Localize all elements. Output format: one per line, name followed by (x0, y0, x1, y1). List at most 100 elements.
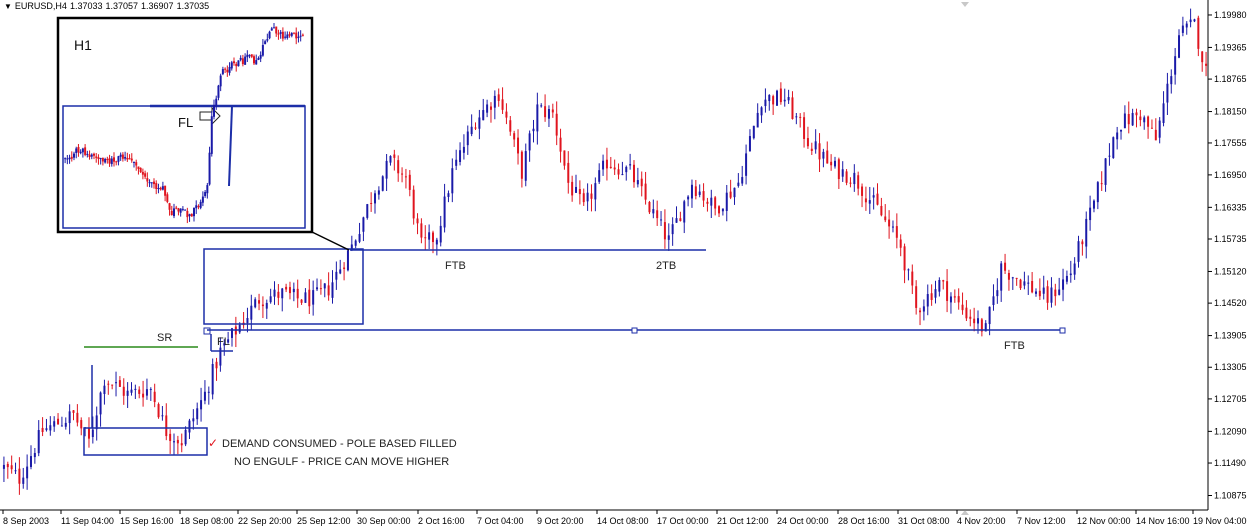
candle-101 (393, 149, 396, 171)
candle-body (362, 217, 365, 232)
candle-body (68, 411, 71, 424)
inset-candle-body (277, 33, 280, 35)
candle-body (60, 425, 63, 427)
candle-body (880, 205, 883, 216)
inset-candle-body (104, 158, 107, 163)
inset-candle-body (215, 98, 218, 107)
candle-147 (571, 175, 574, 202)
candle-body (783, 99, 786, 102)
candle-body (857, 175, 860, 189)
candle-187 (725, 184, 728, 222)
inset-candle-body (157, 187, 160, 190)
inset-candle-body (290, 32, 293, 36)
candle-216 (837, 157, 840, 190)
x-tick-label: 21 Oct 12:00 (717, 516, 769, 526)
candle-250 (969, 309, 972, 327)
candle-194 (752, 125, 755, 140)
fl-level-handle-mid (631, 327, 638, 334)
candle-body (799, 116, 802, 118)
candle-body (853, 172, 856, 185)
candle-31 (122, 378, 125, 405)
candle-68 (265, 299, 268, 319)
candle-body (439, 225, 442, 243)
candle-107 (416, 213, 419, 235)
candle-body (370, 203, 373, 205)
inset-candle-body (226, 69, 229, 73)
candle-body (95, 415, 98, 430)
candle-body (482, 110, 485, 121)
candle-body (431, 232, 434, 243)
candle-body (733, 187, 736, 198)
candle-body (277, 291, 280, 298)
inset-candle-body (75, 148, 78, 153)
candle-body (6, 463, 9, 468)
candle-body (451, 168, 454, 194)
candle-body (663, 222, 666, 240)
inset-h1-chart: H1 FL (56, 16, 314, 234)
candle-body (1108, 155, 1111, 157)
inset-candle-body (181, 208, 184, 210)
candle-287 (1112, 136, 1115, 159)
candle-146 (567, 151, 570, 194)
candle-26 (103, 379, 106, 405)
candle-190 (737, 173, 740, 188)
candle-body (725, 192, 728, 211)
candle-22 (87, 417, 90, 448)
candle-body (826, 150, 829, 164)
candle-72 (281, 287, 284, 312)
y-tick-label: 1.16950 (1214, 170, 1247, 180)
candle-264 (1023, 271, 1026, 290)
inset-candle-body (288, 34, 291, 36)
candle-body (1046, 286, 1049, 303)
inset-candle-body (64, 158, 67, 160)
candle-body (176, 439, 179, 444)
candle-185 (718, 205, 721, 218)
candle-body (180, 443, 183, 446)
candle-body (714, 197, 717, 209)
candle-body (806, 138, 809, 147)
x-tick-label: 2 Oct 16:00 (418, 516, 465, 526)
candle-body (571, 181, 574, 196)
candle-5 (22, 467, 25, 489)
candle-73 (285, 283, 288, 293)
price-chart[interactable]: H1 FL SR FL FTB FTB 2TB ✓ DEMAND CONSUMED - POL… (0, 0, 1249, 531)
candle-body (745, 153, 748, 176)
candle-203 (787, 89, 790, 104)
inset-candle-body (110, 158, 113, 165)
candle-117 (455, 149, 458, 171)
candle-body (822, 151, 825, 159)
candle-body (679, 218, 682, 222)
candle-body (919, 310, 922, 313)
candle-body (621, 174, 624, 176)
candle-303 (1174, 47, 1177, 85)
candle-80 (312, 280, 315, 316)
candle-body (632, 164, 635, 183)
x-tick-label: 30 Sep 00:00 (357, 516, 411, 526)
candle-129 (501, 87, 504, 114)
candle-273 (1058, 277, 1061, 296)
candle-body (466, 131, 469, 146)
inset-candle-body (281, 31, 284, 39)
candle-body (1089, 207, 1092, 221)
candle-237 (919, 307, 922, 326)
inset-candle-body (273, 27, 275, 29)
candle-249 (965, 300, 968, 322)
candle-25 (99, 391, 102, 427)
inset-candle-body (241, 58, 244, 65)
candle-291 (1127, 101, 1130, 134)
candle-128 (497, 88, 500, 107)
candle-body (563, 150, 566, 166)
candle-body (10, 465, 13, 470)
candle-body (41, 427, 44, 433)
candle-29 (115, 371, 118, 397)
candle-body (335, 271, 338, 280)
candle-163 (632, 160, 635, 188)
candle-body (721, 208, 724, 212)
candle-60 (234, 316, 237, 348)
candle-305 (1181, 16, 1184, 37)
candle-body (946, 281, 949, 301)
demand-note-line1: DEMAND CONSUMED - POLE BASED FILLED (222, 438, 457, 450)
candle-297 (1150, 119, 1153, 129)
candle-70 (273, 281, 276, 305)
candle-75 (292, 282, 295, 302)
